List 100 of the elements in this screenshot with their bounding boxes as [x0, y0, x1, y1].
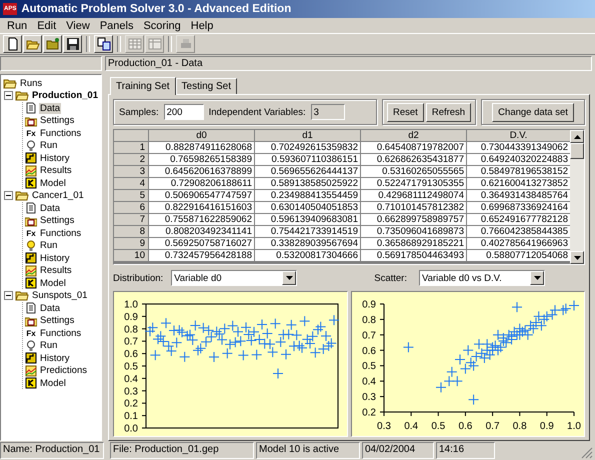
document-icon	[25, 302, 37, 314]
tick-label: 0.8	[124, 324, 138, 336]
tree-item[interactable]: Data	[39, 102, 62, 114]
scrollbar[interactable]	[570, 130, 584, 264]
scroll-up-button[interactable]	[570, 130, 584, 143]
tree-item[interactable]: Run	[39, 140, 58, 151]
table-cell: 0.522471791305355	[361, 178, 466, 189]
samples-field[interactable]: 200	[164, 104, 204, 120]
tree-item[interactable]: Cancer1_01	[31, 190, 85, 201]
row-number: 8	[114, 226, 148, 237]
tree-item[interactable]: Settings	[39, 115, 76, 126]
tick-label: 0.6	[458, 421, 472, 432]
minus-icon	[6, 193, 11, 198]
table-cell: 0.596139409683081	[255, 214, 360, 225]
scrollbar-thumb[interactable]	[570, 143, 584, 159]
menu-item[interactable]: Help	[186, 20, 218, 32]
new-document-icon	[6, 37, 20, 51]
tick-label: 0.4	[124, 374, 138, 385]
function-icon: Fx	[25, 128, 37, 138]
model-icon	[25, 277, 37, 289]
table-cell: 0.569655626444137	[255, 166, 360, 177]
row-number: 1	[114, 142, 148, 153]
minus-icon	[6, 93, 11, 98]
table-cell: 0.645620616378899	[149, 166, 254, 177]
menu-item[interactable]: Edit	[32, 20, 62, 32]
tree-item[interactable]: Functions	[39, 128, 82, 138]
toolbar-button[interactable]	[23, 35, 42, 53]
tick-label: 0.9	[124, 312, 138, 323]
tree-item[interactable]: Run	[39, 340, 58, 351]
change-data-button[interactable]: Change data set	[492, 102, 574, 122]
samples-label: Samples:	[119, 106, 159, 118]
table-cell: 0.755871622859062	[149, 214, 254, 225]
document-icon	[25, 102, 37, 114]
table-cell: 0.569250758716027	[149, 238, 254, 249]
tab[interactable]: Testing Set	[176, 78, 238, 94]
status-text: 14:16	[436, 442, 495, 459]
tab[interactable]: Training Set	[110, 77, 176, 95]
table-cell: 0.506906547747597	[149, 190, 254, 201]
table-cell: 0.649240320224883	[467, 154, 570, 165]
column-header[interactable]: d2	[361, 130, 466, 141]
tree-item[interactable]: Results	[39, 165, 73, 176]
tree-item[interactable]: History	[39, 352, 71, 364]
table-cell: 0.699687336924164	[467, 202, 570, 213]
toolbar-button[interactable]	[3, 35, 22, 53]
menu-item[interactable]: Scoring	[138, 20, 186, 32]
menu-item[interactable]: View	[61, 20, 95, 32]
tick-label: 0.8	[362, 314, 376, 326]
tree-item[interactable]: Runs	[19, 78, 44, 88]
table-cell: 0.53160265055565	[361, 166, 466, 177]
scatter-dropdown[interactable]: Variable d0 vs D.V.	[419, 270, 545, 286]
tick-label: 0.3	[124, 386, 138, 398]
tree-item[interactable]: History	[39, 152, 71, 164]
settings-icon	[25, 214, 37, 226]
tree-item[interactable]: Model	[39, 178, 67, 188]
tree-item[interactable]: History	[39, 252, 71, 264]
column-header[interactable]: d1	[255, 130, 360, 141]
toolbar-button[interactable]	[63, 35, 82, 53]
column-header[interactable]: D.V.	[467, 130, 570, 141]
table-cell: 0.822916416151603	[149, 202, 254, 213]
tree-item[interactable]: Results	[39, 265, 73, 276]
toolbar-button[interactable]	[94, 35, 113, 53]
tree-item[interactable]: Run	[39, 240, 58, 251]
scroll-down-button[interactable]	[570, 251, 584, 264]
tree-item[interactable]: Model	[39, 378, 67, 388]
tree-item[interactable]: Functions	[39, 228, 82, 238]
tree-item[interactable]: Functions	[39, 328, 82, 338]
row-number: 4	[114, 178, 148, 189]
tree-item[interactable]: Sunspots_01	[31, 290, 88, 301]
collapse-toggle[interactable]	[4, 91, 13, 100]
tick-label: 0.0	[124, 424, 138, 434]
toolbar-button[interactable]	[43, 35, 62, 53]
row-number: 9	[114, 238, 148, 249]
menu-item[interactable]: Panels	[94, 20, 138, 32]
table-cell: 0.808203492341141	[149, 226, 254, 237]
table-cell: 0.626862635431877	[361, 154, 466, 165]
tick-label: 0.2	[124, 398, 138, 410]
tree-item[interactable]: Production_01	[31, 90, 99, 101]
tree-item[interactable]: Settings	[39, 315, 76, 326]
tree-item[interactable]: Data	[39, 202, 62, 214]
tick-label: 0.7	[362, 330, 376, 342]
tree-item[interactable]: Data	[39, 302, 62, 314]
chart-icon	[25, 364, 37, 376]
resize-grip-icon	[581, 447, 593, 459]
status-text: Name: Production_01	[0, 442, 104, 459]
copy-icon	[96, 37, 110, 51]
tree-item[interactable]: Predictions	[39, 365, 88, 376]
row-number: 6	[114, 202, 148, 213]
table-corner	[114, 130, 148, 141]
collapse-toggle[interactable]	[4, 191, 13, 200]
printer-icon	[178, 37, 192, 51]
lightbulb-icon	[25, 140, 37, 152]
reset-button[interactable]: Reset	[387, 102, 424, 122]
column-header[interactable]: d0	[149, 130, 254, 141]
menu-item[interactable]: Run	[2, 20, 32, 32]
refresh-button[interactable]: Refresh	[426, 102, 472, 122]
tree-item[interactable]: Model	[39, 278, 67, 288]
model-icon	[25, 177, 37, 189]
distribution-dropdown[interactable]: Variable d0	[171, 270, 298, 286]
tree-item[interactable]: Settings	[39, 215, 76, 226]
collapse-toggle[interactable]	[4, 291, 13, 300]
